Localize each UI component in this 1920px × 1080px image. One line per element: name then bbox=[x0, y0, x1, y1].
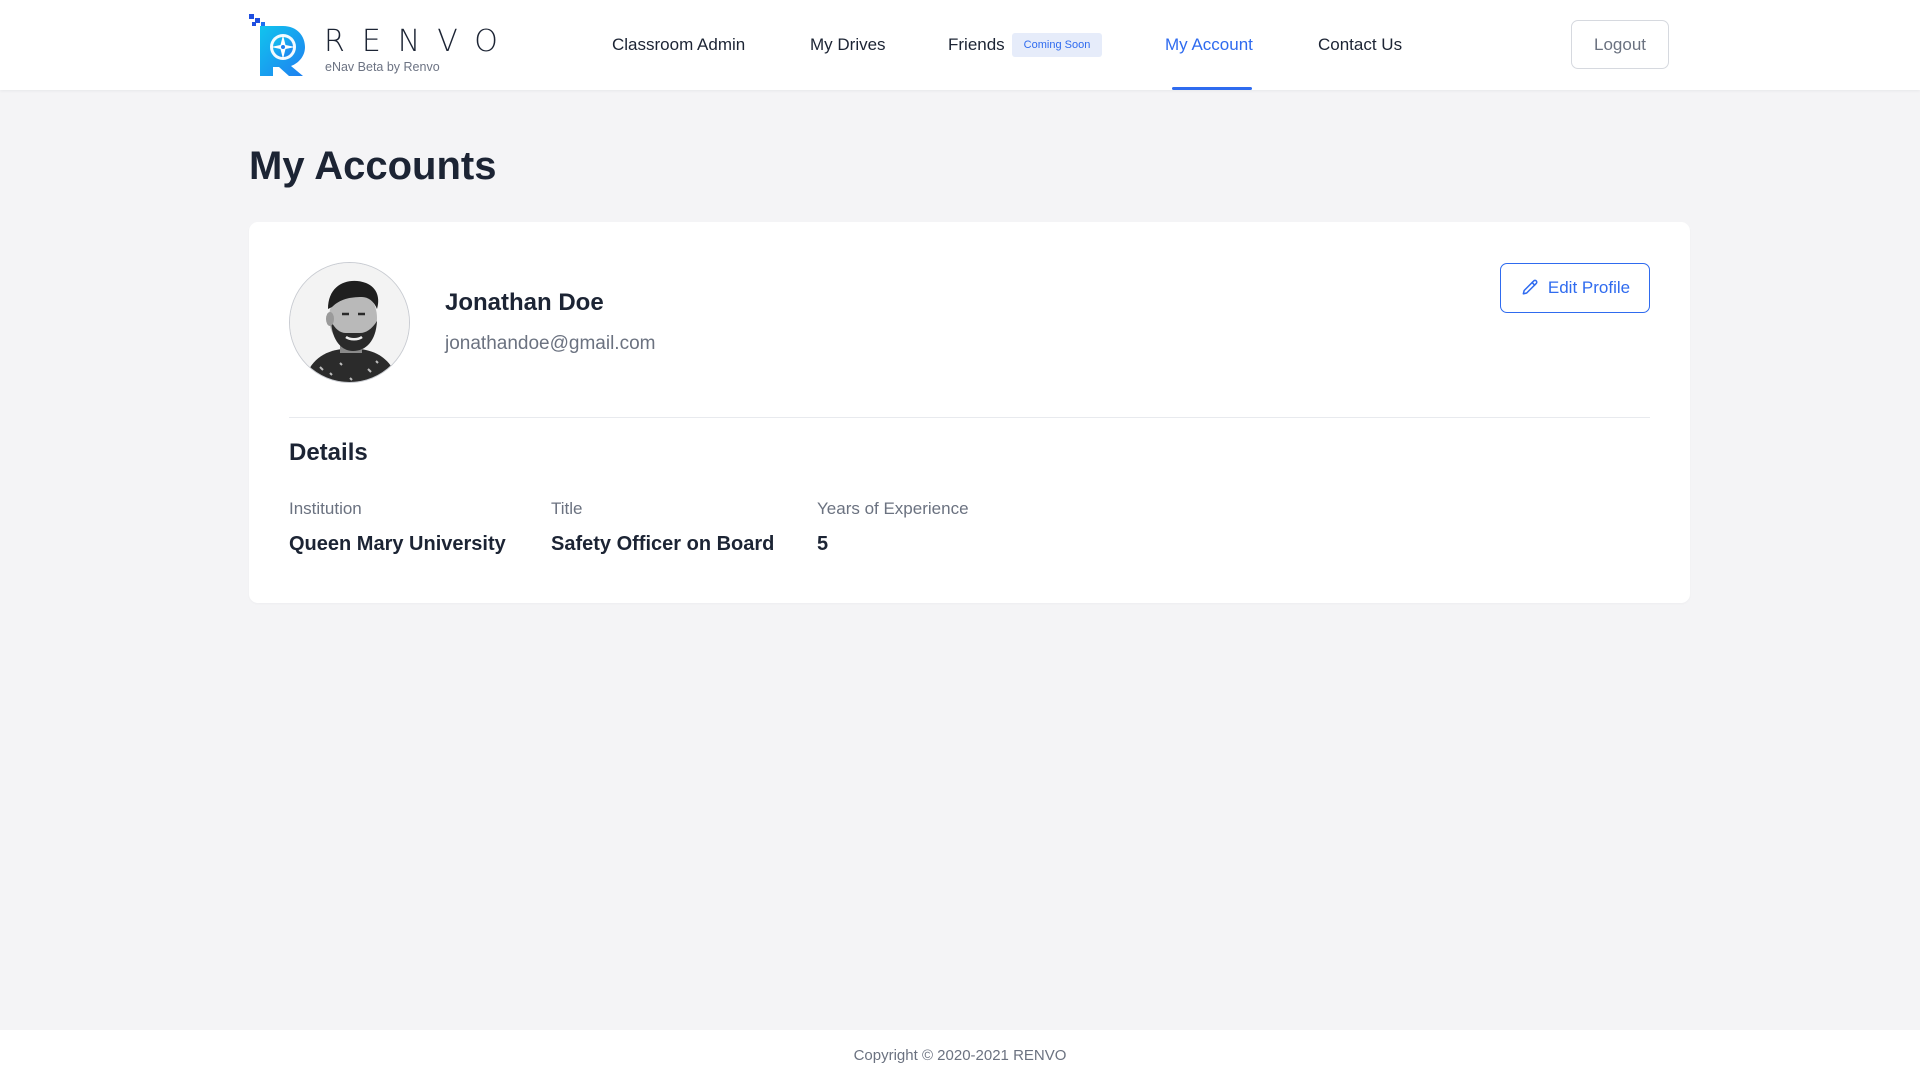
profile-name: Jonathan Doe bbox=[445, 289, 604, 316]
edit-profile-label: Edit Profile bbox=[1547, 278, 1631, 297]
profile-email: jonathandoe@gmail.com bbox=[445, 333, 656, 354]
section-divider bbox=[289, 417, 1650, 418]
brand-wordmark: RENVO bbox=[324, 24, 515, 59]
nav-item-friends[interactable]: Friends bbox=[948, 0, 1005, 90]
person-portrait-icon bbox=[290, 263, 409, 382]
institution-value: Queen Mary University bbox=[289, 533, 506, 555]
brand-subtitle: eNav Beta by Renvo bbox=[325, 60, 440, 74]
nav-item-classroom-admin[interactable]: Classroom Admin bbox=[612, 0, 745, 90]
avatar bbox=[289, 262, 410, 383]
experience-label: Years of Experience bbox=[817, 499, 969, 518]
pencil-icon bbox=[1522, 279, 1538, 295]
footer: Copyright © 2020-2021 RENVO bbox=[0, 1030, 1920, 1080]
details-heading: Details bbox=[289, 439, 368, 466]
nav-item-contact-us[interactable]: Contact Us bbox=[1318, 0, 1402, 90]
coming-soon-badge: Coming Soon bbox=[1012, 33, 1102, 57]
title-value: Safety Officer on Board bbox=[551, 533, 775, 555]
nav-item-my-account[interactable]: My Account bbox=[1165, 0, 1253, 90]
profile-card: Jonathan Doe jonathandoe@gmail.com Edit … bbox=[249, 222, 1690, 603]
experience-value: 5 bbox=[817, 533, 829, 555]
title-label: Title bbox=[551, 499, 583, 518]
edit-profile-button[interactable]: Edit Profile bbox=[1500, 263, 1650, 313]
top-navbar: RENVO eNav Beta by Renvo Classroom Admin… bbox=[0, 0, 1920, 90]
page-title: My Accounts bbox=[249, 144, 497, 188]
brand-logo-link[interactable]: RENVO eNav Beta by Renvo bbox=[249, 14, 498, 78]
copyright-text: Copyright © 2020-2021 RENVO bbox=[853, 1046, 1067, 1064]
active-tab-indicator bbox=[1172, 87, 1252, 90]
logout-button[interactable]: Logout bbox=[1571, 20, 1669, 69]
renvo-logo-icon bbox=[249, 14, 305, 76]
institution-label: Institution bbox=[289, 499, 362, 518]
nav-item-my-drives[interactable]: My Drives bbox=[810, 0, 886, 90]
